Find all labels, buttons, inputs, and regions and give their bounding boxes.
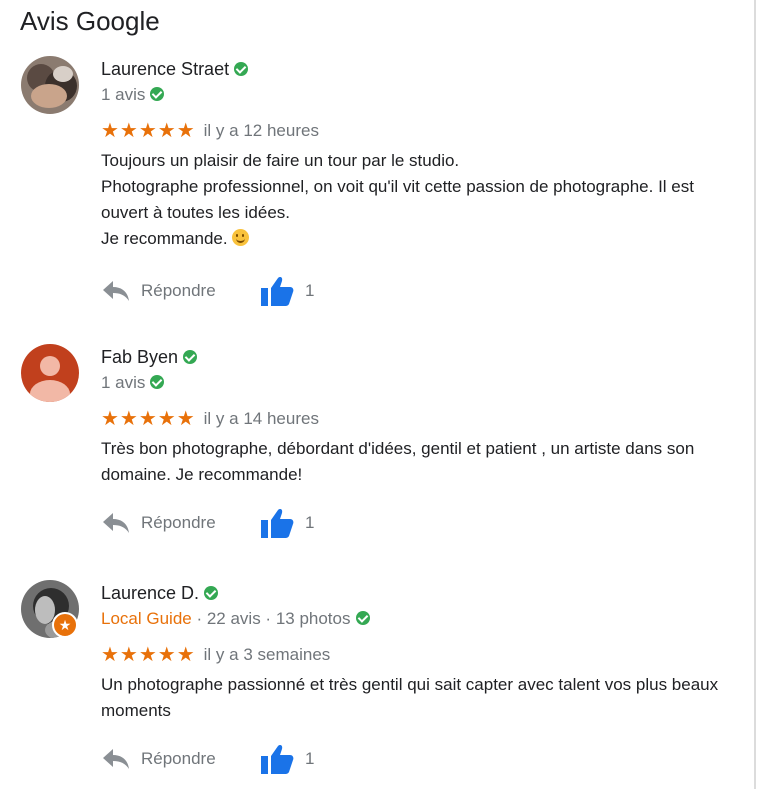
review-text-line: Photographe professionnel, on voit qu'il… <box>101 177 694 222</box>
local-guide-label[interactable]: Local Guide <box>101 609 192 628</box>
rating-row: ★★★★★ il y a 12 heures <box>101 118 740 144</box>
default-person-icon <box>21 344 79 402</box>
page-title: Avis Google <box>20 6 160 36</box>
verified-check-icon <box>150 375 165 389</box>
review-text: Toujours un plaisir de faire un tour par… <box>101 148 740 252</box>
review-actions: Répondre 1 <box>101 742 740 776</box>
reviewer-name-row: Fab Byen <box>101 344 740 370</box>
smiling-face-emoji-icon <box>232 229 250 246</box>
like-button[interactable]: 1 <box>259 274 314 308</box>
like-button[interactable]: 1 <box>259 742 314 776</box>
reviewer-name-row: Laurence D. <box>101 580 740 606</box>
star-rating: ★★★★★ <box>101 408 196 430</box>
rating-row: ★★★★★ il y a 3 semaines <box>101 642 740 668</box>
verified-check-icon <box>355 611 370 625</box>
profile-photo <box>21 56 79 114</box>
reviewer-meta-row: 1 avis <box>101 82 740 108</box>
review-text: Un photographe passionné et très gentil … <box>101 672 740 724</box>
review-text-line: Très bon photographe, débordant d'idées,… <box>101 439 695 484</box>
reply-button[interactable]: Répondre <box>101 742 216 776</box>
thumbs-up-icon <box>261 745 294 774</box>
like-count: 1 <box>305 281 315 300</box>
like-button[interactable]: 1 <box>259 506 314 540</box>
review-time: il y a 12 heures <box>203 121 319 140</box>
verified-check-icon <box>234 62 249 76</box>
reply-button[interactable]: Répondre <box>101 506 216 540</box>
reviewer-name-row: Laurence Straet <box>101 56 740 82</box>
like-count: 1 <box>305 513 315 532</box>
reviewer-name[interactable]: Fab Byen <box>101 347 178 367</box>
review-time: il y a 14 heures <box>203 409 319 428</box>
star-rating: ★★★★★ <box>101 644 196 666</box>
reply-arrow-icon <box>103 281 129 301</box>
review-actions: Répondre 1 <box>101 274 740 308</box>
thumbs-up-icon <box>261 509 294 538</box>
avatar[interactable] <box>21 344 79 402</box>
rating-row: ★★★★★ il y a 14 heures <box>101 406 740 432</box>
review-text-line: Un photographe passionné et très gentil … <box>101 675 719 720</box>
thumbs-up-icon <box>261 277 294 306</box>
local-guide-star-icon: ★ <box>52 612 78 638</box>
review-count: 1 avis <box>101 85 146 104</box>
reply-arrow-icon <box>103 749 129 769</box>
review-text: Très bon photographe, débordant d'idées,… <box>101 436 740 488</box>
review-text-line: Toujours un plaisir de faire un tour par… <box>101 151 460 170</box>
reviewer-meta-row: 1 avis <box>101 370 740 396</box>
verified-check-icon <box>183 350 198 364</box>
review-actions: Répondre 1 <box>101 506 740 540</box>
scrollbar-edge <box>754 0 756 789</box>
review-time: il y a 3 semaines <box>203 645 331 664</box>
verified-check-icon <box>204 586 219 600</box>
like-count: 1 <box>305 749 315 768</box>
verified-check-icon <box>150 87 165 101</box>
review-count: · 22 avis · 13 photos <box>191 609 351 628</box>
reply-label: Répondre <box>141 749 216 768</box>
reviewer-meta-row: Local Guide · 22 avis · 13 photos <box>101 606 740 632</box>
review-count: 1 avis <box>101 373 146 392</box>
avatar[interactable] <box>21 56 79 114</box>
star-rating: ★★★★★ <box>101 120 196 142</box>
google-reviews-panel: Avis Google Laurence Straet 1 avis ★★★★★… <box>0 0 768 789</box>
reviewer-name[interactable]: Laurence Straet <box>101 59 229 79</box>
reply-arrow-icon <box>103 513 129 533</box>
reply-label: Répondre <box>141 513 216 532</box>
reviewer-name[interactable]: Laurence D. <box>101 583 199 603</box>
reply-button[interactable]: Répondre <box>101 274 216 308</box>
review-text-line: Je recommande. <box>101 226 740 252</box>
reply-label: Répondre <box>141 281 216 300</box>
